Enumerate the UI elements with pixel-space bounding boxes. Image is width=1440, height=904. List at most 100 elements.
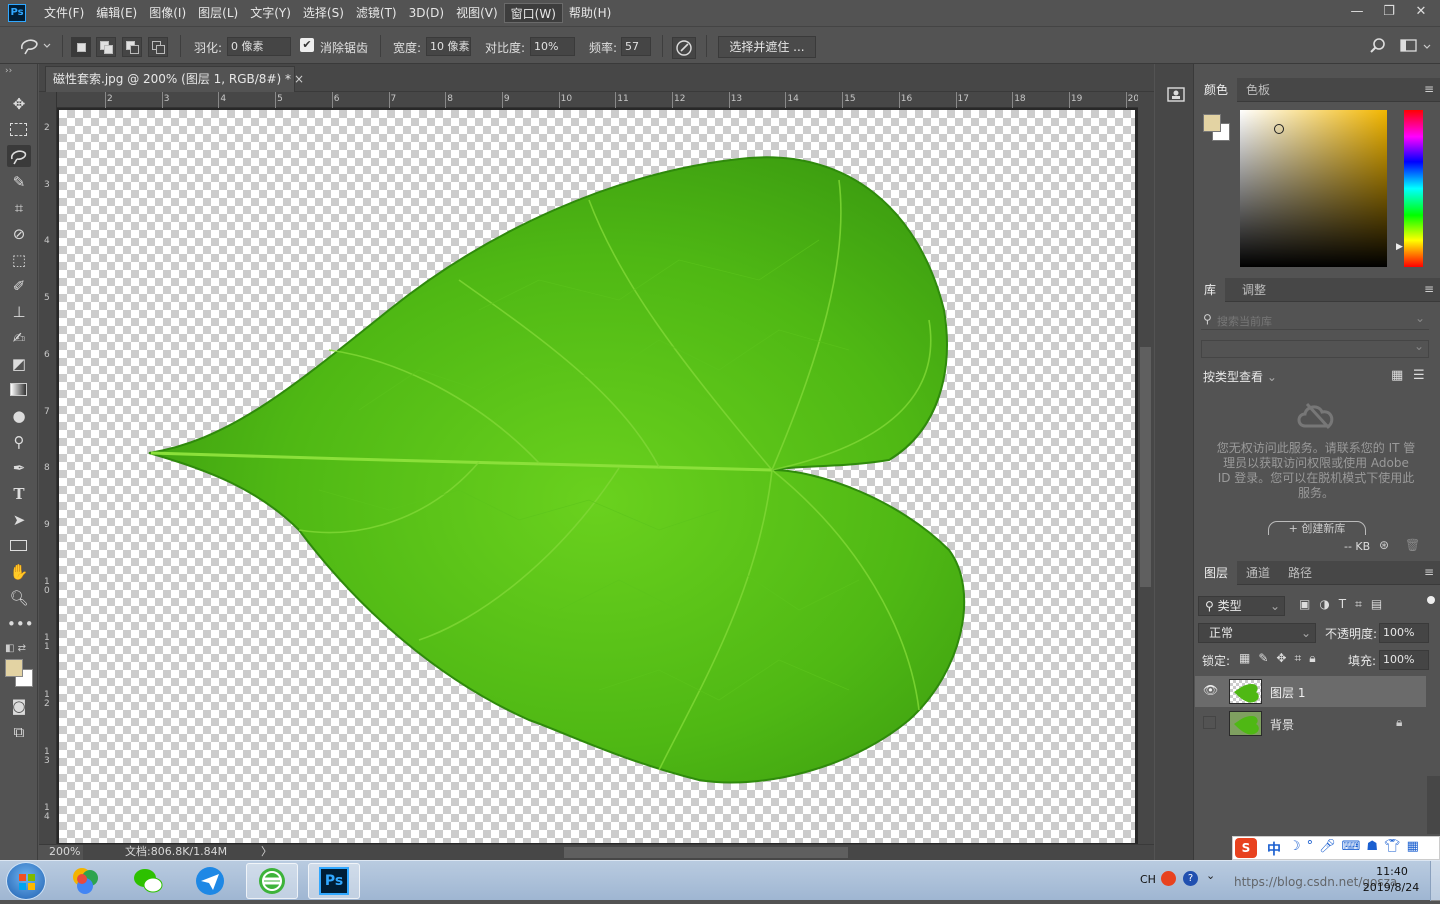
brush-tool-icon[interactable]: ✐ <box>7 275 31 297</box>
feather-input[interactable]: 0 像素 <box>227 37 291 56</box>
rectangle-tool-icon[interactable] <box>7 535 31 557</box>
start-button[interactable] <box>6 862 46 900</box>
subtract-selection-button[interactable] <box>122 37 142 57</box>
clock-time[interactable]: 11:40 <box>1372 865 1412 878</box>
gradient-tool-icon[interactable] <box>7 379 31 401</box>
library-search[interactable]: ⚲ 搜索当前库 ⌄ <box>1201 310 1429 330</box>
opacity-input[interactable]: 100% <box>1379 623 1429 643</box>
screen-mode-icon[interactable]: ⧉ <box>7 721 31 743</box>
new-selection-button[interactable] <box>71 37 91 57</box>
document-canvas[interactable] <box>59 110 1135 843</box>
layer-name[interactable]: 图层 1 <box>1270 684 1305 701</box>
menu-item[interactable]: 滤镜(T) <box>350 3 403 23</box>
antialias-checkbox[interactable]: ✔ <box>300 38 314 52</box>
taskbar-app-feishu[interactable] <box>184 863 236 899</box>
panel-menu-icon[interactable]: ≡ <box>1424 82 1434 96</box>
tablet-pressure-button[interactable] <box>672 37 696 59</box>
library-select[interactable]: ⌄ <box>1201 339 1429 358</box>
quick-mask-icon[interactable]: ◙ <box>7 695 31 717</box>
hue-slider-handle[interactable]: ▶ <box>1396 242 1403 252</box>
color-picker-cursor[interactable] <box>1274 124 1284 134</box>
close-tab-icon[interactable]: × <box>294 67 304 91</box>
blur-tool-icon[interactable]: ● <box>7 405 31 427</box>
help-tray-icon[interactable]: ? <box>1183 871 1198 886</box>
minimize-button[interactable]: — <box>1346 3 1368 21</box>
layer-filter-icons[interactable]: ▣◑T⌗▤ <box>1299 597 1391 612</box>
list-view-icon[interactable]: ☰ <box>1413 368 1425 383</box>
restore-button[interactable]: ❐ <box>1378 3 1400 21</box>
layers-scrollbar[interactable] <box>1427 776 1440 834</box>
foreground-color-swatch[interactable] <box>5 659 23 677</box>
document-tab[interactable]: 磁性套索.jpg @ 200% (图层 1, RGB/8#) * × <box>45 66 304 92</box>
menu-item[interactable]: 文字(Y) <box>244 3 297 23</box>
create-library-button[interactable]: + 创建新库 <box>1268 521 1366 535</box>
canvas-area[interactable] <box>57 108 1138 844</box>
grid-view-icon[interactable]: ▦ <box>1391 368 1403 383</box>
show-desktop-button[interactable] <box>1430 861 1440 901</box>
trash-icon[interactable]: 🗑︎ <box>1405 538 1420 552</box>
collapse-toolbar-icon[interactable]: ›› <box>5 66 12 76</box>
vertical-scroll-thumb[interactable] <box>1140 347 1151 587</box>
hand-tool-icon[interactable]: ✋ <box>7 561 31 583</box>
path-selection-tool-icon[interactable]: ➤ <box>7 509 31 531</box>
sogou-icon[interactable]: S <box>1235 838 1257 858</box>
menu-item[interactable]: 3D(D) <box>403 3 450 23</box>
taskbar-app-browser[interactable] <box>246 863 298 899</box>
layer-row-background[interactable]: 背景 🔒︎ <box>1195 708 1426 739</box>
width-input[interactable]: 10 像素 <box>426 37 471 56</box>
taskbar-app-360[interactable] <box>60 863 112 899</box>
tab-layers[interactable]: 图层 <box>1195 561 1238 585</box>
add-selection-button[interactable] <box>96 37 116 57</box>
menu-item[interactable]: 选择(S) <box>297 3 350 23</box>
zoom-tool-icon[interactable]: 🔍︎ <box>7 587 31 609</box>
fill-input[interactable]: 100% <box>1379 650 1429 670</box>
menu-item[interactable]: 帮助(H) <box>563 3 617 23</box>
layers-menu-icon[interactable]: ≡ <box>1424 565 1434 579</box>
eyedropper-tool-icon[interactable]: ⊘ <box>7 223 31 245</box>
more-tools-icon[interactable]: ••• <box>7 613 34 635</box>
close-window-button[interactable]: ✕ <box>1410 3 1432 21</box>
filter-toggle-icon[interactable] <box>1427 596 1435 604</box>
taskbar-app-wechat[interactable] <box>122 863 174 899</box>
color-swatches[interactable] <box>5 659 35 687</box>
tab-paths[interactable]: 路径 <box>1279 561 1321 585</box>
menu-item[interactable]: 图层(L) <box>192 3 244 23</box>
lock-icons[interactable]: ▦✎✥⌗🔒︎ <box>1239 651 1324 666</box>
language-indicator[interactable]: CH <box>1140 873 1156 886</box>
tray-expand-icon[interactable]: ⌄ <box>1206 869 1215 882</box>
type-tool-icon[interactable]: T <box>7 483 31 505</box>
visibility-eye-icon[interactable]: 👁︎ <box>1203 683 1218 697</box>
move-tool-icon[interactable]: ✥ <box>7 93 31 115</box>
magnetic-lasso-tool-icon[interactable] <box>7 145 31 167</box>
workspace-switcher[interactable] <box>1399 36 1435 56</box>
magic-wand-tool-icon[interactable]: ✎ <box>7 171 31 193</box>
library-menu-icon[interactable]: ≡ <box>1424 282 1434 296</box>
stamp-tool-icon[interactable]: ⊥ <box>7 301 31 323</box>
blend-mode-select[interactable]: 正常 ⌄ <box>1198 623 1316 643</box>
status-menu-arrow[interactable]: 〉 <box>261 845 272 859</box>
view-by-type-dropdown[interactable]: 按类型查看 ⌄ <box>1203 368 1277 385</box>
ime-chinese-mode[interactable]: 中 <box>1267 839 1281 859</box>
color-field[interactable] <box>1240 110 1387 267</box>
tab-color[interactable]: 颜色 <box>1195 78 1238 102</box>
tab-channels[interactable]: 通道 <box>1237 561 1279 585</box>
frequency-input[interactable]: 57 <box>621 37 651 56</box>
menu-item[interactable]: 视图(V) <box>450 3 504 23</box>
tab-adjustments[interactable]: 调整 <box>1233 278 1275 302</box>
menu-item[interactable]: 窗口(W) <box>503 2 563 23</box>
layer-row-layer1[interactable]: 👁︎ 图层 1 <box>1195 676 1426 707</box>
eraser-tool-icon[interactable]: ◩ <box>7 353 31 375</box>
history-brush-tool-icon[interactable]: ✍ <box>7 327 31 349</box>
search-icon[interactable] <box>1368 36 1388 56</box>
pen-tool-icon[interactable]: ✒ <box>7 457 31 479</box>
learn-panel-icon[interactable] <box>1167 86 1185 104</box>
frame-tool-icon[interactable]: ⬚ <box>7 249 31 271</box>
menu-item[interactable]: 图像(I) <box>143 3 192 23</box>
lasso-preset-picker[interactable] <box>18 35 52 57</box>
swap-colors-icon[interactable]: ◧ ⇄ <box>5 643 35 657</box>
sogou-tray-icon[interactable] <box>1161 871 1176 886</box>
taskbar-app-photoshop[interactable]: Ps <box>308 863 360 899</box>
dodge-tool-icon[interactable]: ⚲ <box>7 431 31 453</box>
layer-name[interactable]: 背景 <box>1270 716 1294 733</box>
crop-tool-icon[interactable]: ⌗ <box>7 197 31 219</box>
